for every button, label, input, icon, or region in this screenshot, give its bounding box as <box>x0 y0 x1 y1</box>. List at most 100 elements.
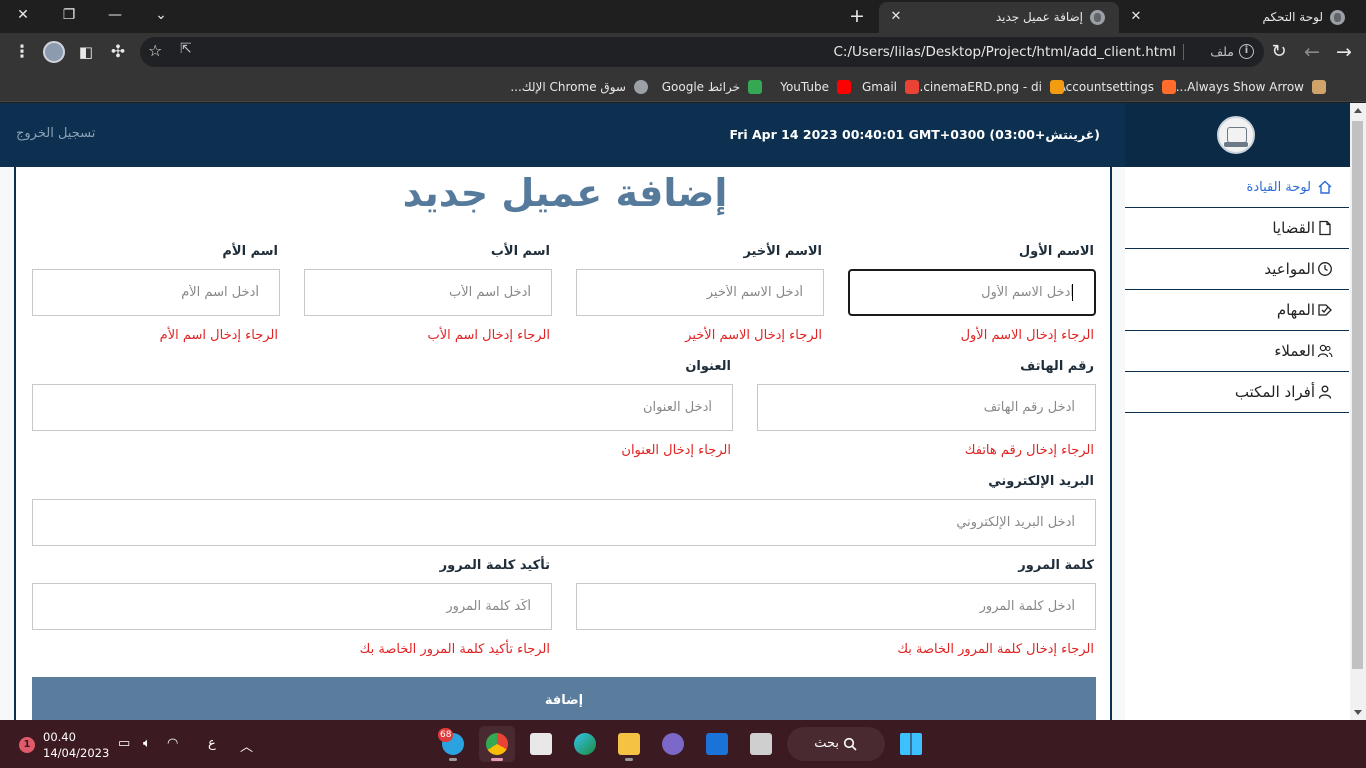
sidebar-item-appointments[interactable]: المواعيد <box>1125 249 1349 290</box>
bookmark-star-icon[interactable]: ☆ <box>148 41 162 60</box>
profile-avatar[interactable] <box>43 41 65 63</box>
wifi-icon[interactable]: ◠ <box>167 736 178 751</box>
sidebar-header <box>1125 103 1350 167</box>
phone-label: رقم الهاتف <box>1020 359 1094 374</box>
home-icon <box>1318 180 1332 194</box>
current-datetime: Fri Apr 14 2023 00:40:01 GMT+0300 (غرينت… <box>729 127 1100 142</box>
notification-count-badge[interactable]: 1 <box>19 737 35 753</box>
edge-icon <box>574 733 596 755</box>
forward-arrow-icon[interactable]: → <box>1333 41 1355 63</box>
task-view-icon <box>750 733 772 755</box>
bookmark-accountsettings[interactable]: Accountsettings <box>1058 77 1176 97</box>
window-restore-icon[interactable]: ❐ <box>46 0 92 30</box>
bookmarks-bar: Always Show Arrow... Accountsettings cin… <box>0 71 1366 102</box>
first-name-error: الرجاء إدخال الاسم الأول <box>960 328 1094 343</box>
first-name-input[interactable] <box>848 269 1096 316</box>
taskbar-microsoft-store[interactable] <box>523 726 559 762</box>
chat-icon <box>662 733 684 755</box>
sidebar-item-label: أفراد المكتب <box>1234 383 1315 401</box>
chrome-icon <box>486 733 508 755</box>
tab-close-icon[interactable]: ✕ <box>887 8 905 26</box>
justice-scale-logo-icon[interactable] <box>1217 116 1255 154</box>
window-minimize-icon[interactable]: — <box>92 0 138 30</box>
taskbar-task-view[interactable] <box>743 726 779 762</box>
last-name-input[interactable] <box>576 269 824 316</box>
bookmark-favicon-icon <box>1162 80 1176 94</box>
scroll-down-arrow-icon[interactable] <box>1354 710 1362 715</box>
bookmark-always-show-arrow[interactable]: Always Show Arrow... <box>1176 77 1326 97</box>
sidebar-item-cases[interactable]: القضايا <box>1125 208 1349 249</box>
reload-icon[interactable]: ↻ <box>1268 41 1290 63</box>
mother-name-label: اسم الأم <box>222 244 278 259</box>
system-clock[interactable]: 00.40 14/04/2023 <box>43 729 109 761</box>
last-name-error: الرجاء إدخال الاسم الأخير <box>685 328 822 343</box>
scrollbar-thumb[interactable] <box>1352 121 1363 669</box>
scroll-up-arrow-icon[interactable] <box>1354 108 1362 113</box>
new-tab-button[interactable]: + <box>846 5 868 27</box>
maps-icon <box>748 80 762 94</box>
url-text: C:/Users/lilas/Desktop/Project/html/add_… <box>833 44 1176 60</box>
bookmark-google-maps[interactable]: خرائط Google <box>662 77 762 97</box>
sidebar-item-dashboard[interactable]: لوحة القيادة <box>1125 167 1349 208</box>
bookmark-gmail[interactable]: Gmail <box>862 77 919 97</box>
email-label: البريد الإلكتروني <box>988 474 1094 489</box>
menu-kebab-icon[interactable]: ⋮ <box>11 41 33 63</box>
tab-title: إضافة عميل جديد <box>995 10 1083 24</box>
top-navbar: تسجيل الخروج Fri Apr 14 2023 00:40:01 GM… <box>0 103 1125 167</box>
mother-name-input[interactable] <box>32 269 280 316</box>
confirm-password-input[interactable] <box>32 583 552 630</box>
youtube-icon <box>837 80 851 94</box>
tab-dashboard[interactable]: ✕ لوحة التحكم <box>1119 2 1359 33</box>
sidebar: لوحة القيادة القضايا المواعيد المهام الع… <box>1125 103 1350 720</box>
bookmark-cinema-erd[interactable]: cinemaERD.png - di... <box>912 77 1064 97</box>
page-title: إضافة عميل جديد <box>402 171 728 215</box>
person-icon <box>1318 385 1332 399</box>
page-scrollbar[interactable] <box>1350 103 1366 720</box>
address-bar[interactable]: ☆ ⇱ C:/Users/lilas/Desktop/Project/html/… <box>140 37 1264 67</box>
app-running-indicator <box>491 758 503 761</box>
taskbar-file-explorer[interactable] <box>611 726 647 762</box>
address-error: الرجاء إدخال العنوان <box>621 443 731 458</box>
add-client-submit-button[interactable]: إضافة <box>32 677 1096 720</box>
phone-input[interactable] <box>757 384 1096 431</box>
back-arrow-icon[interactable]: ← <box>1301 41 1323 63</box>
battery-icon[interactable]: ▭ <box>118 736 130 751</box>
text-caret <box>1072 284 1073 301</box>
window-close-icon[interactable]: ✕ <box>0 0 46 30</box>
tab-close-icon[interactable]: ✕ <box>1127 8 1145 26</box>
tab-search-chevron-icon[interactable]: ⌄ <box>138 0 184 30</box>
folder-icon <box>618 733 640 755</box>
confirm-password-error: الرجاء تأكيد كلمة المرور الخاصة بك <box>359 642 550 657</box>
tray-overflow-chevron-icon[interactable]: ︿ <box>240 736 253 755</box>
address-input[interactable] <box>32 384 733 431</box>
sidebar-item-label: المهام <box>1276 301 1315 319</box>
sidebar-item-tasks[interactable]: المهام <box>1125 290 1349 331</box>
side-panel-icon[interactable]: ◧ <box>75 41 97 63</box>
bookmark-chrome-web-store[interactable]: سوق Chrome الإلك... <box>510 77 648 97</box>
search-icon <box>843 737 857 751</box>
email-input[interactable] <box>32 499 1096 546</box>
bookmark-favicon-icon <box>1312 80 1326 94</box>
chrome-web-store-icon <box>634 80 648 94</box>
father-name-input[interactable] <box>304 269 552 316</box>
gmail-icon <box>905 80 919 94</box>
taskbar-start[interactable] <box>893 726 929 762</box>
logout-link[interactable]: تسجيل الخروج <box>16 126 95 141</box>
info-icon[interactable]: i <box>1239 44 1254 59</box>
input-language-indicator[interactable]: ع <box>208 736 216 751</box>
taskbar-notes-app[interactable] <box>699 726 735 762</box>
extensions-puzzle-icon[interactable]: ✣ <box>107 41 129 63</box>
tab-add-client[interactable]: ✕ إضافة عميل جديد <box>879 2 1119 33</box>
volume-icon[interactable]: 🔈︎ <box>143 736 151 751</box>
sidebar-item-office-members[interactable]: أفراد المكتب <box>1125 372 1349 413</box>
bookmark-youtube[interactable]: YouTube <box>780 77 851 97</box>
taskbar-teams-chat[interactable] <box>655 726 691 762</box>
taskbar-edge[interactable] <box>567 726 603 762</box>
taskbar-search[interactable]: بحث <box>787 727 885 761</box>
address-label: العنوان <box>685 359 731 374</box>
share-icon[interactable]: ⇱ <box>180 41 192 57</box>
browser-tab-strip: ✕ ❐ — ⌄ + ✕ إضافة عميل جديد ✕ لوحة التحك… <box>0 0 1366 33</box>
password-input[interactable] <box>576 583 1096 630</box>
taskbar-chrome[interactable] <box>479 726 515 762</box>
sidebar-item-clients[interactable]: العملاء <box>1125 331 1349 372</box>
